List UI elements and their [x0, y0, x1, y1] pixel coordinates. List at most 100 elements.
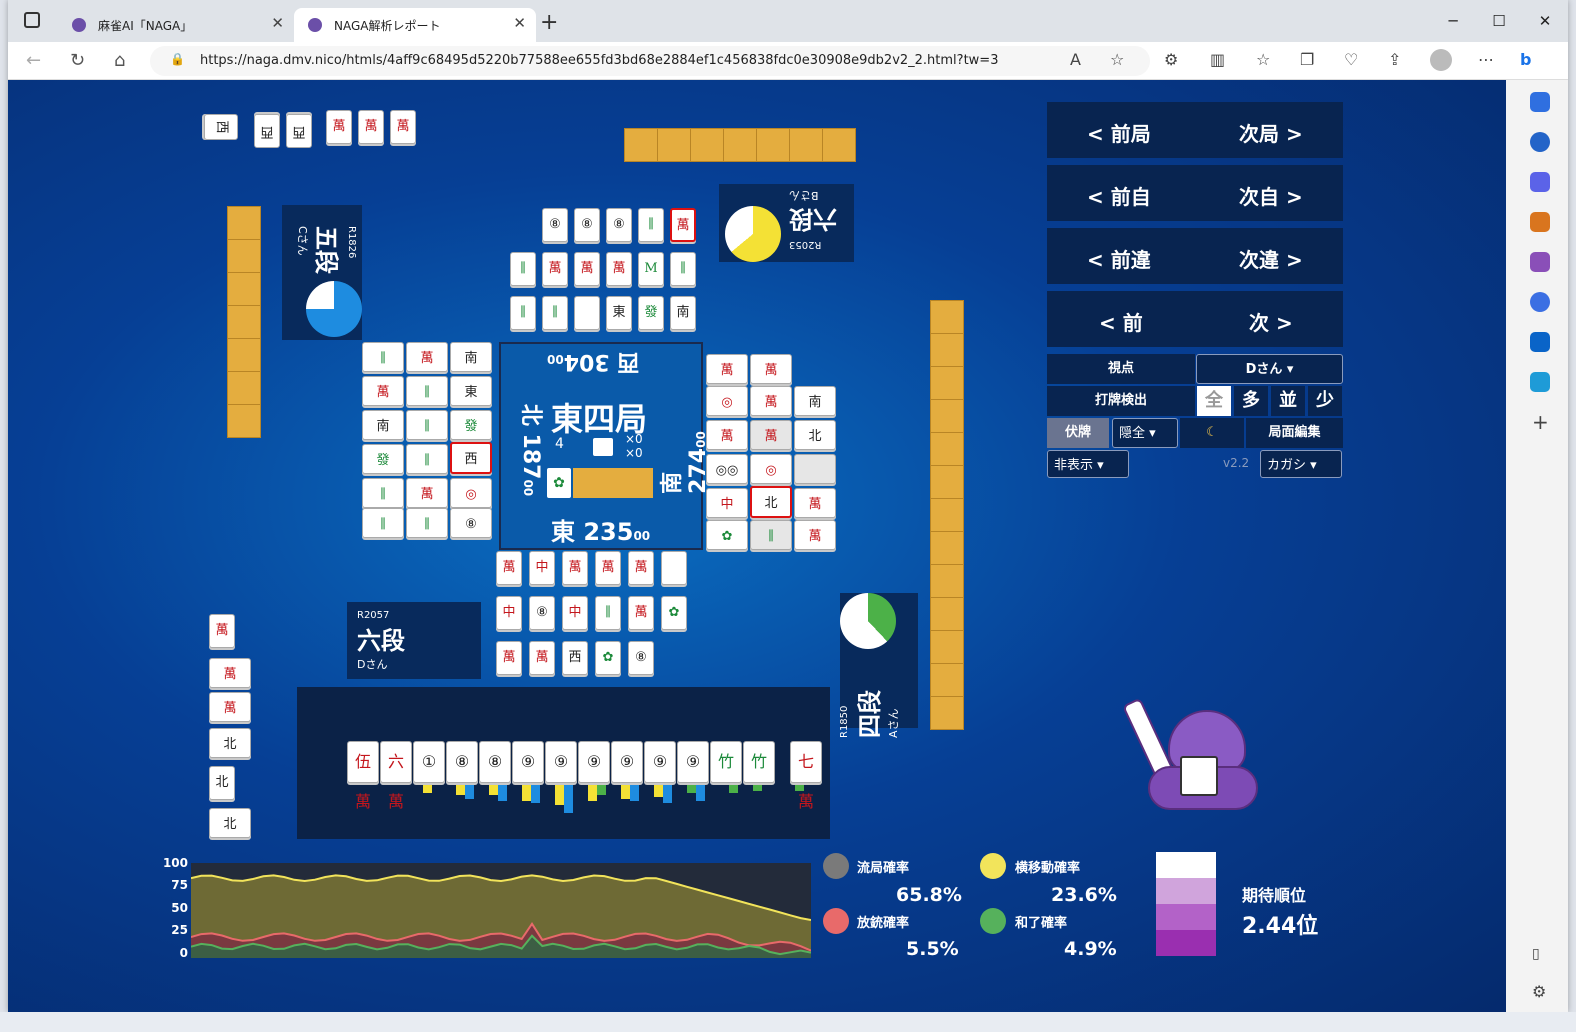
drop-icon[interactable]: [1530, 372, 1550, 392]
hand-tile[interactable]: ①: [413, 741, 445, 783]
more-icon[interactable]: ⋯: [1478, 50, 1494, 69]
maximize-icon[interactable]: ☐: [1476, 0, 1522, 42]
tab-naga-home[interactable]: 麻雀AI「NAGA」 ✕: [58, 8, 294, 42]
close-window-icon[interactable]: ✕: [1522, 0, 1568, 42]
hide-select[interactable]: 非表示 ▾: [1047, 450, 1129, 478]
hand-tile[interactable]: 竹: [710, 741, 742, 783]
hand-tile[interactable]: ⑨: [512, 741, 544, 783]
discard-option-few[interactable]: 少: [1308, 386, 1342, 416]
expected-rank-swatches: [1156, 852, 1216, 956]
next-diff-button[interactable]: 次違 >: [1239, 244, 1303, 273]
eval-bar: [564, 785, 573, 813]
next-self-button[interactable]: 次自 >: [1239, 181, 1303, 210]
new-tab-icon[interactable]: +: [540, 10, 558, 35]
search-icon[interactable]: [1530, 132, 1550, 152]
close-icon[interactable]: ✕: [271, 14, 284, 32]
fuhai-label[interactable]: 伏牌: [1047, 418, 1109, 448]
address-bar: ← ↻ ⌂ 🔒 https://naga.dmv.nico/htmls/4aff…: [8, 42, 1568, 80]
url-box[interactable]: 🔒 https://naga.dmv.nico/htmls/4aff9c6849…: [150, 46, 1150, 76]
moon-icon[interactable]: ☾: [1180, 418, 1244, 448]
share-icon[interactable]: ⇪: [1388, 50, 1401, 69]
ryukyoku-label: 流局確率: [857, 861, 910, 876]
discard-option-normal[interactable]: 並: [1271, 386, 1305, 416]
notification-icon[interactable]: [1530, 92, 1550, 112]
prev-round-button[interactable]: < 前局: [1087, 118, 1151, 147]
player-right-rating: R1850: [839, 705, 850, 738]
hand-tile[interactable]: ⑧: [479, 741, 511, 783]
tile: 萬: [562, 551, 588, 585]
hand-tile[interactable]: ⑨: [611, 741, 643, 783]
hand-tile[interactable]: 竹: [743, 741, 775, 783]
tile: 萬: [496, 551, 522, 585]
hand-tile[interactable]: 六萬: [380, 741, 412, 811]
lock-icon[interactable]: 🔒: [170, 52, 185, 66]
hand-tile[interactable]: ⑧: [446, 741, 478, 783]
hand-tile[interactable]: ⑨: [578, 741, 610, 783]
hidden-tile: [930, 663, 964, 697]
hidden-tile: [227, 404, 261, 438]
honba-count: 4: [555, 436, 564, 452]
read-aloud-icon[interactable]: A: [1070, 50, 1081, 69]
tools-icon[interactable]: [1530, 212, 1550, 232]
tab-actions-icon[interactable]: [24, 12, 40, 28]
round-nav: < 前局 次局 >: [1047, 102, 1343, 158]
minimize-icon[interactable]: ─: [1430, 0, 1476, 42]
outlook-icon[interactable]: [1530, 332, 1550, 352]
edit-board-button[interactable]: 局面編集: [1246, 418, 1343, 448]
fuhai-select[interactable]: 隠全 ▾: [1112, 418, 1178, 448]
yokoido-value: 23.6%: [1051, 884, 1117, 906]
lang-select[interactable]: カガシ ▾: [1260, 450, 1342, 478]
back-icon[interactable]: ←: [26, 50, 41, 71]
next-round-button[interactable]: 次局 >: [1239, 118, 1303, 147]
refresh-icon[interactable]: ↻: [70, 50, 85, 71]
add-icon[interactable]: +: [1532, 410, 1549, 434]
naga-report-content: 西 西 西 萬 萬 萬 R2053 六段 Bさん R1826 五段 Cさん R2…: [8, 80, 1506, 1012]
discard-option-many[interactable]: 多: [1234, 386, 1268, 416]
collections-icon[interactable]: ❐: [1300, 50, 1314, 69]
tile: ◎◎: [706, 454, 748, 484]
viewpoint-select[interactable]: Dさん ▾: [1196, 354, 1343, 384]
y-tick: 75: [171, 878, 188, 892]
tile: 西: [450, 442, 492, 474]
extensions-icon[interactable]: ⚙: [1164, 50, 1178, 69]
prev-diff-button[interactable]: < 前違: [1087, 244, 1151, 273]
office-icon[interactable]: [1530, 292, 1550, 312]
settings-gear-icon[interactable]: ⚙: [1532, 982, 1546, 1001]
tile: 萬: [670, 208, 696, 242]
hand-tile[interactable]: 伍萬: [347, 741, 379, 811]
bing-chat-icon[interactable]: b: [1520, 50, 1531, 69]
prev-button[interactable]: < 前: [1099, 307, 1143, 336]
score-east: 東 23500: [551, 518, 651, 546]
hidden-tile: [930, 300, 964, 334]
discard-option-all[interactable]: 全: [1197, 386, 1231, 416]
next-button[interactable]: 次 >: [1249, 307, 1293, 336]
hand-tile[interactable]: ⑨: [545, 741, 577, 783]
hidden-tile: [822, 128, 856, 162]
url-text[interactable]: https://naga.dmv.nico/htmls/4aff9c68495d…: [200, 53, 998, 68]
tsumo-tile[interactable]: 七萬: [790, 741, 822, 811]
favorite-star-icon[interactable]: ☆: [1110, 50, 1124, 69]
hand-tile[interactable]: ⑨: [677, 741, 709, 783]
tile: ∥: [406, 508, 448, 538]
sidebar-toggle-icon[interactable]: ▯: [1532, 946, 1540, 962]
tab-naga-report[interactable]: NAGA解析レポート ✕: [294, 8, 536, 42]
performance-icon[interactable]: ♡: [1344, 50, 1358, 69]
tile: 萬: [390, 110, 416, 144]
prev-self-button[interactable]: < 前自: [1087, 181, 1151, 210]
hand-tile[interactable]: ⑨: [644, 741, 676, 783]
discard-check-label: 打牌検出: [1047, 386, 1195, 416]
home-icon[interactable]: ⌂: [114, 50, 125, 71]
browser-window: 麻雀AI「NAGA」 ✕ NAGA解析レポート ✕ + ─ ☐ ✕ ← ↻ ⌂ …: [8, 0, 1568, 1012]
tile: 萬: [209, 692, 251, 722]
tile: 萬: [496, 641, 522, 675]
split-screen-icon[interactable]: ▥: [1210, 50, 1225, 69]
tile: [574, 296, 600, 330]
profile-avatar[interactable]: [1430, 49, 1452, 71]
shopping-icon[interactable]: [1530, 172, 1550, 192]
dead-wall: [573, 468, 653, 498]
tile: 萬: [209, 614, 235, 648]
favorites-icon[interactable]: ☆: [1256, 50, 1270, 69]
tile: 東: [450, 376, 492, 406]
close-icon[interactable]: ✕: [513, 14, 526, 32]
games-icon[interactable]: [1530, 252, 1550, 272]
